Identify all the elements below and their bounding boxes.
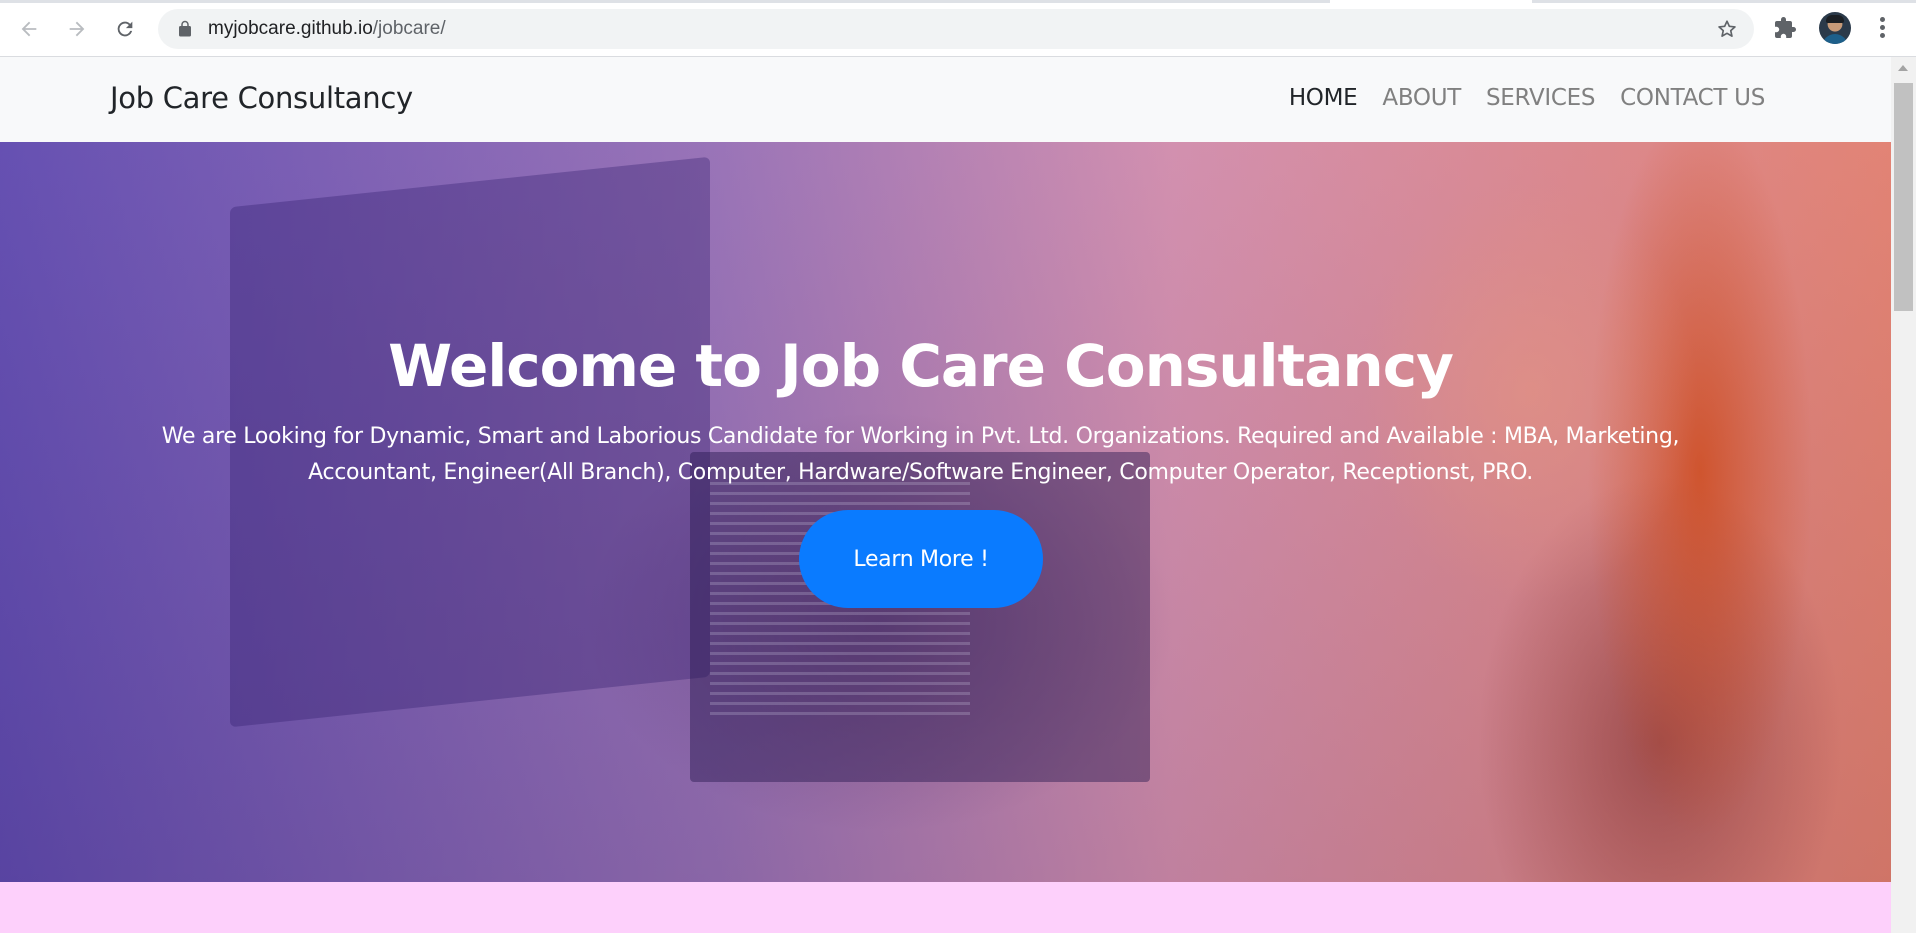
reload-icon [117,21,133,37]
back-button[interactable] [14,14,44,44]
profile-avatar[interactable] [1819,12,1851,44]
star-icon[interactable] [1716,18,1738,40]
tab-strip-edge [0,0,1916,3]
url-host: myjobcare.github.io [208,18,373,39]
site-navbar: Job Care Consultancy HOME ABOUT SERVICES… [0,57,1891,142]
lock-icon [179,20,191,37]
learn-more-button[interactable]: Learn More ! [799,510,1043,608]
reload-button[interactable] [110,14,140,44]
site-brand[interactable]: Job Care Consultancy [110,81,413,115]
page-scrollbar[interactable] [1891,57,1916,933]
arrow-left-icon [21,21,37,37]
nav-links: HOME ABOUT SERVICES CONTACT US [1289,85,1765,111]
nav-link-services[interactable]: SERVICES [1486,85,1595,111]
browser-toolbar: myjobcare.github.io/jobcare/ [0,0,1916,57]
hero-section: Welcome to Job Care Consultancy We are L… [0,142,1891,882]
scroll-up-arrow-icon[interactable] [1898,65,1908,71]
kebab-menu-icon[interactable] [1872,14,1892,44]
arrow-right-icon [69,21,85,37]
next-section [0,882,1891,933]
scrollbar-thumb[interactable] [1894,83,1913,311]
page-viewport: Job Care Consultancy HOME ABOUT SERVICES… [0,57,1891,933]
nav-link-about[interactable]: ABOUT [1382,85,1461,111]
address-bar[interactable]: myjobcare.github.io/jobcare/ [158,9,1754,49]
forward-button[interactable] [62,14,92,44]
url-text: myjobcare.github.io/jobcare/ [208,18,446,40]
nav-link-contact-us[interactable]: CONTACT US [1620,85,1765,111]
nav-link-home[interactable]: HOME [1289,85,1358,111]
hero-title: Welcome to Job Care Consultancy [388,332,1454,400]
url-path: /jobcare/ [372,18,446,39]
hero-content: Welcome to Job Care Consultancy We are L… [0,142,1841,882]
puzzle-icon[interactable] [1773,16,1797,40]
hero-description: We are Looking for Dynamic, Smart and La… [161,424,1680,485]
